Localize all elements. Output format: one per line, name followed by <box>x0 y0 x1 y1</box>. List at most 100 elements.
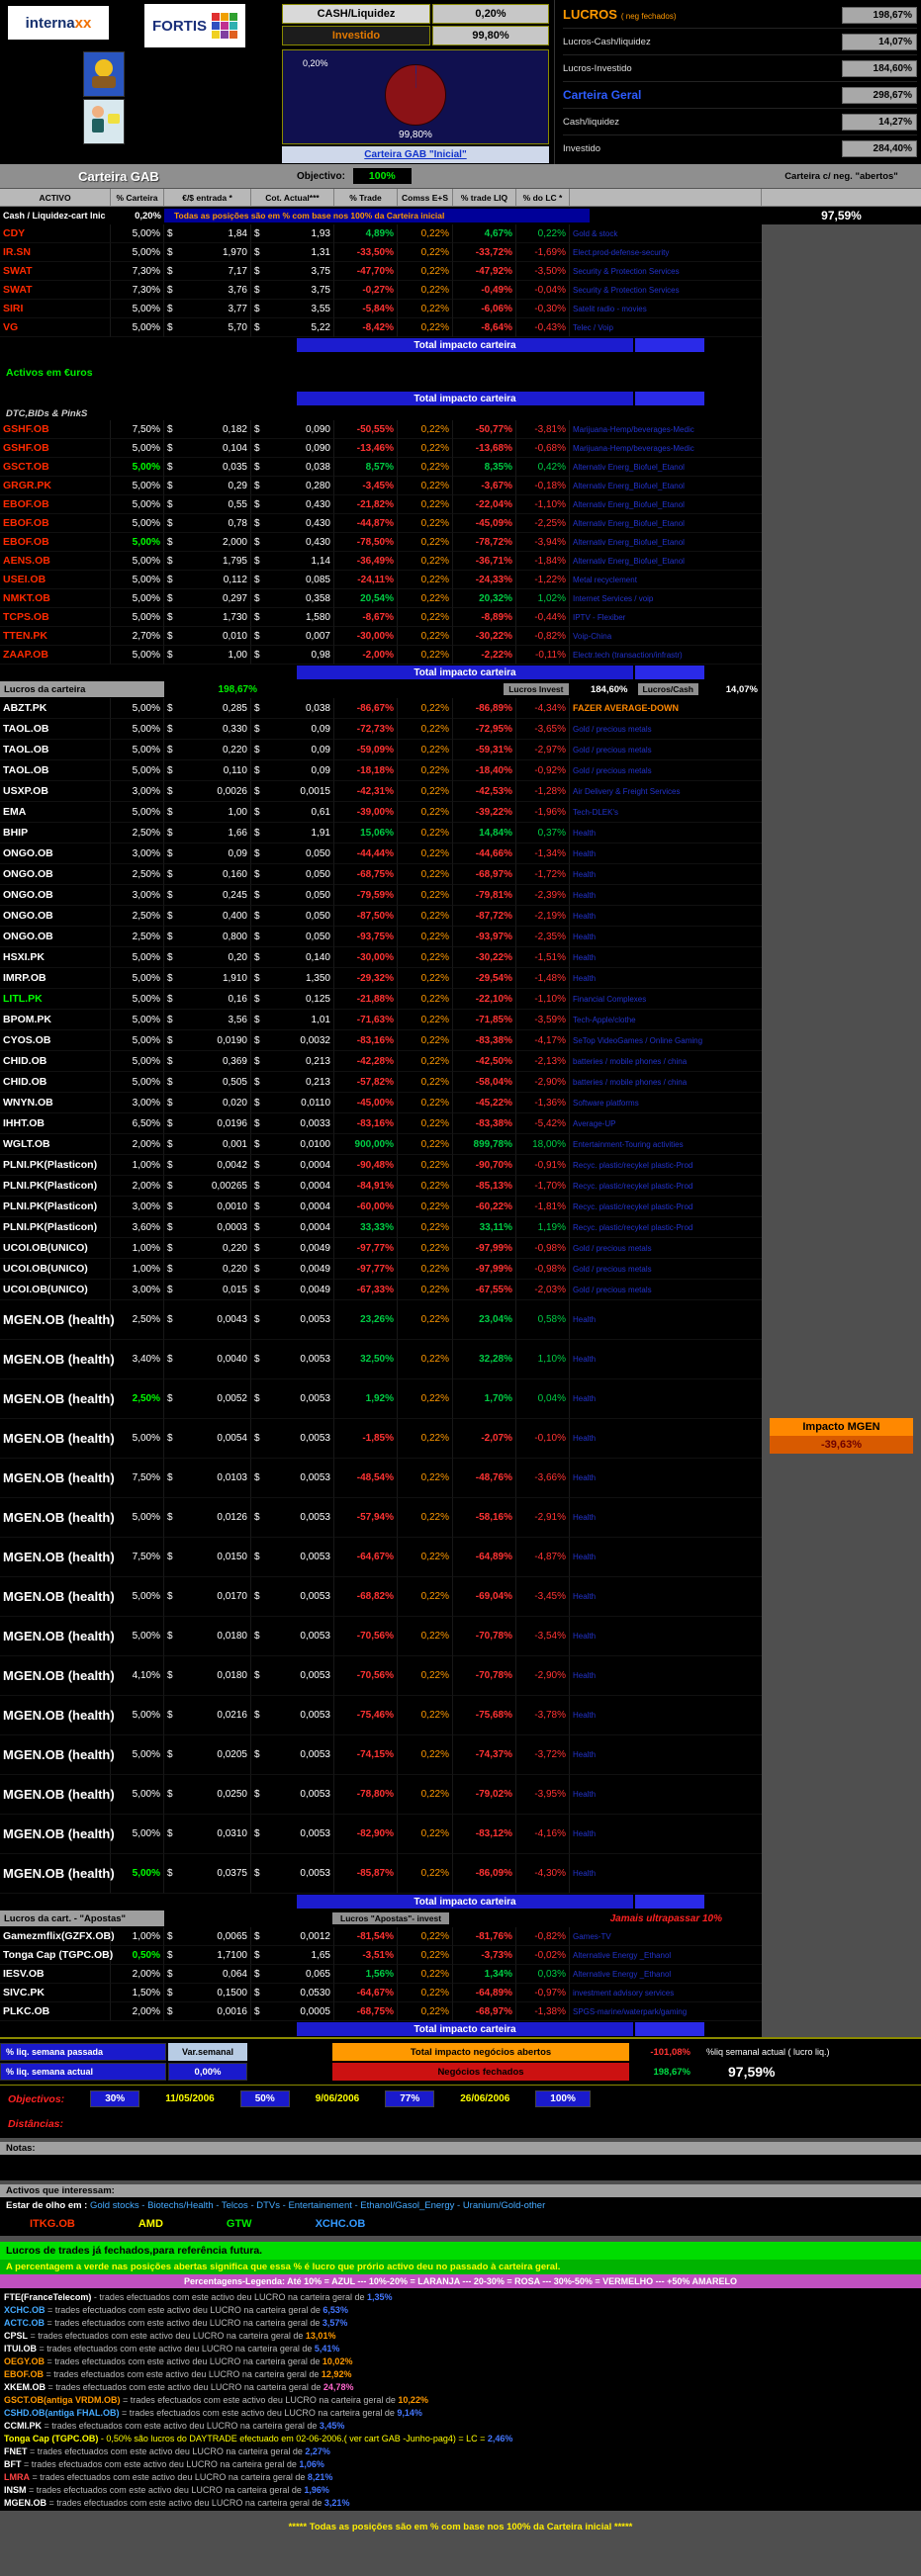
pct-of-lc-cell[interactable]: -3,94% <box>516 533 570 552</box>
sector-note-cell[interactable]: Gold / precious metals <box>570 760 762 781</box>
pct-of-lc-cell[interactable]: -1,48% <box>516 968 570 989</box>
ticker-cell[interactable]: SWAT <box>0 281 111 300</box>
sector-note-cell[interactable]: Alternativ Energ_Biofuel_Etanol <box>570 477 762 495</box>
entry-price-cell[interactable]: $3,77 <box>164 300 251 318</box>
pct-of-lc-cell[interactable]: -0,98% <box>516 1238 570 1259</box>
entry-price-cell[interactable]: $0,29 <box>164 477 251 495</box>
current-price-cell[interactable]: $0,98 <box>251 646 334 665</box>
pct-carteira-cell[interactable]: 5,00% <box>111 802 164 823</box>
pct-of-lc-cell[interactable]: -0,11% <box>516 646 570 665</box>
pct-trade-liq-cell[interactable]: 1,70% <box>453 1379 516 1419</box>
ticker-cell[interactable]: WNYN.OB <box>0 1093 111 1113</box>
pct-trade-liq-cell[interactable]: -50,77% <box>453 420 516 439</box>
current-price-cell[interactable]: $0,0049 <box>251 1259 334 1280</box>
sector-note-cell[interactable]: Internet Services / voip <box>570 589 762 608</box>
ticker-cell[interactable]: EBOF.OB <box>0 533 111 552</box>
sector-note-cell[interactable]: Health <box>570 844 762 864</box>
pct-trade-liq-cell[interactable]: 32,28% <box>453 1340 516 1379</box>
pct-trade-liq-cell[interactable]: -97,99% <box>453 1259 516 1280</box>
entry-price-cell[interactable]: $1,795 <box>164 552 251 571</box>
pct-of-lc-cell[interactable]: 0,22% <box>516 224 570 243</box>
pct-trade-cell[interactable]: -86,67% <box>334 698 398 719</box>
pct-carteira-cell[interactable]: 6,50% <box>111 1113 164 1134</box>
pct-carteira-cell[interactable]: 5,00% <box>111 552 164 571</box>
commission-cell[interactable]: 0,22% <box>398 1010 453 1030</box>
pct-trade-cell[interactable]: -8,42% <box>334 318 398 337</box>
ticker-cell[interactable]: IHHT.OB <box>0 1113 111 1134</box>
current-price-cell[interactable]: $0,0100 <box>251 1134 334 1155</box>
current-price-cell[interactable]: $0,090 <box>251 420 334 439</box>
pct-of-lc-cell[interactable]: -0,91% <box>516 1155 570 1176</box>
cash-row-label[interactable]: Cash / Liquidez-cart Inic <box>0 211 111 221</box>
pct-carteira-cell[interactable]: 5,00% <box>111 989 164 1010</box>
sector-note-cell[interactable]: Gold / precious metals <box>570 1259 762 1280</box>
current-price-cell[interactable]: $1,93 <box>251 224 334 243</box>
commission-cell[interactable]: 0,22% <box>398 1217 453 1238</box>
pct-trade-cell[interactable]: -47,70% <box>334 262 398 281</box>
current-price-cell[interactable]: $1,580 <box>251 608 334 627</box>
commission-cell[interactable]: 0,22% <box>398 927 453 947</box>
entry-price-cell[interactable]: $1,730 <box>164 608 251 627</box>
entry-price-cell[interactable]: $0,245 <box>164 885 251 906</box>
pct-trade-liq-cell[interactable]: -2,07% <box>453 1419 516 1459</box>
pct-carteira-cell[interactable]: 5,00% <box>111 318 164 337</box>
current-price-cell[interactable]: $0,0053 <box>251 1617 334 1656</box>
entry-price-cell[interactable]: $0,220 <box>164 1259 251 1280</box>
commission-cell[interactable]: 0,22% <box>398 885 453 906</box>
ticker-cell[interactable]: MGEN.OB (health) <box>0 1735 115 1775</box>
current-price-cell[interactable]: $0,430 <box>251 495 334 514</box>
pct-carteira-cell[interactable]: 7,30% <box>111 262 164 281</box>
pct-trade-cell[interactable]: -39,00% <box>334 802 398 823</box>
ticker-cell[interactable]: BHIP <box>0 823 111 844</box>
pct-trade-liq-cell[interactable]: -8,89% <box>453 608 516 627</box>
current-price-cell[interactable]: $0,213 <box>251 1072 334 1093</box>
commission-cell[interactable]: 0,22% <box>398 1984 453 2002</box>
sector-note-cell[interactable]: Health <box>570 947 762 968</box>
entry-price-cell[interactable]: $0,369 <box>164 1051 251 1072</box>
pct-carteira-cell[interactable]: 5,00% <box>111 495 164 514</box>
pct-trade-liq-cell[interactable]: -79,02% <box>453 1775 516 1815</box>
entry-price-cell[interactable]: $0,0010 <box>164 1197 251 1217</box>
sector-note-cell[interactable]: FAZER AVERAGE-DOWN <box>570 698 762 719</box>
current-price-cell[interactable]: $1,91 <box>251 823 334 844</box>
entry-price-cell[interactable]: $0,0103 <box>164 1459 251 1498</box>
ticker-cell[interactable]: BPOM.PK <box>0 1010 111 1030</box>
column-header[interactable]: €/$ entrada * <box>164 189 251 207</box>
ticker-cell[interactable]: TTEN.PK <box>0 627 111 646</box>
entry-price-cell[interactable]: $0,00265 <box>164 1176 251 1197</box>
current-price-cell[interactable]: $0,0053 <box>251 1815 334 1854</box>
pct-of-lc-cell[interactable]: -3,54% <box>516 1617 570 1656</box>
entry-price-cell[interactable]: $0,0043 <box>164 1300 251 1340</box>
pct-trade-cell[interactable]: 8,57% <box>334 458 398 477</box>
column-header[interactable]: % Trade <box>334 189 398 207</box>
pct-trade-liq-cell[interactable]: 20,32% <box>453 589 516 608</box>
current-price-cell[interactable]: $1,14 <box>251 552 334 571</box>
pct-of-lc-cell[interactable]: -2,19% <box>516 906 570 927</box>
ticker-cell[interactable]: UCOI.OB(UNICO) <box>0 1238 111 1259</box>
ticker-cell[interactable]: ONGO.OB <box>0 864 111 885</box>
ticker-cell[interactable]: GRGR.PK <box>0 477 111 495</box>
pct-trade-liq-cell[interactable]: -71,85% <box>453 1010 516 1030</box>
pct-trade-cell[interactable]: -21,88% <box>334 989 398 1010</box>
pct-trade-liq-cell[interactable]: -24,33% <box>453 571 516 589</box>
pct-carteira-cell[interactable]: 5,00% <box>111 1051 164 1072</box>
pct-of-lc-cell[interactable]: -0,68% <box>516 439 570 458</box>
pct-of-lc-cell[interactable]: -3,81% <box>516 420 570 439</box>
pct-trade-cell[interactable]: -30,00% <box>334 627 398 646</box>
pct-trade-liq-cell[interactable]: -18,40% <box>453 760 516 781</box>
commission-cell[interactable]: 0,22% <box>398 1927 453 1946</box>
current-price-cell[interactable]: $0,09 <box>251 719 334 740</box>
sector-note-cell[interactable]: Health <box>570 823 762 844</box>
pct-of-lc-cell[interactable]: -3,95% <box>516 1775 570 1815</box>
pct-trade-cell[interactable]: -75,46% <box>334 1696 398 1735</box>
current-price-cell[interactable]: $0,0004 <box>251 1217 334 1238</box>
pct-trade-liq-cell[interactable]: -22,10% <box>453 989 516 1010</box>
pct-trade-cell[interactable]: -68,82% <box>334 1577 398 1617</box>
pct-of-lc-cell[interactable]: -4,87% <box>516 1538 570 1577</box>
current-price-cell[interactable]: $0,09 <box>251 760 334 781</box>
entry-price-cell[interactable]: $7,17 <box>164 262 251 281</box>
pct-trade-liq-cell[interactable]: -70,78% <box>453 1656 516 1696</box>
entry-price-cell[interactable]: $0,297 <box>164 589 251 608</box>
entry-price-cell[interactable]: $0,220 <box>164 1238 251 1259</box>
column-header[interactable]: Cot. Actual*** <box>251 189 334 207</box>
